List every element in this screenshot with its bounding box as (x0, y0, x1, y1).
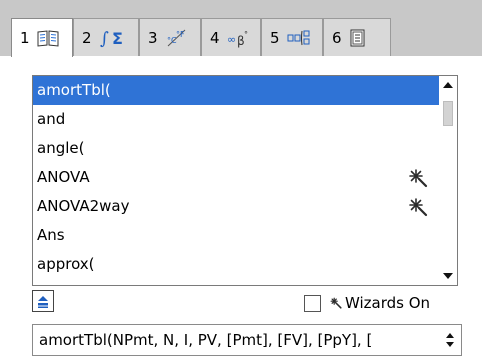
item-label: approx( (37, 255, 95, 273)
library-icon (349, 28, 367, 48)
list-item[interactable]: amortTbl( (33, 76, 440, 105)
list-item[interactable]: approx( (33, 250, 440, 279)
svg-text:∞: ∞ (227, 33, 236, 46)
math-templates-icon (287, 28, 311, 48)
tab-number: 6 (332, 28, 342, 47)
list-item[interactable]: and (33, 105, 440, 134)
catalog-items: amortTbl( and angle( ANOVA ANOVA2way Ans… (33, 76, 440, 279)
list-item[interactable]: ANOVA2way (33, 192, 440, 221)
svg-text:Σ: Σ (112, 29, 123, 48)
tab-number: 1 (20, 29, 30, 47)
svg-text:°C: °C (167, 36, 177, 45)
item-label: ANOVA2way (37, 197, 130, 215)
item-label: Ans (37, 226, 65, 244)
wizard-wand-icon (330, 297, 342, 309)
double-chevron-up-icon (38, 296, 48, 308)
list-item[interactable]: Ans (33, 221, 440, 250)
syntax-help-field[interactable]: amortTbl(NPmt, N, I, PV, [Pmt], [FV], [P… (32, 324, 462, 356)
scrollbar-thumb[interactable] (443, 101, 453, 126)
integral-sigma-icon: ∫ Σ (99, 28, 129, 48)
units-conversion-icon: °F °C (165, 28, 189, 48)
item-label: and (37, 110, 66, 128)
svg-text:°: ° (244, 30, 248, 39)
svg-text:∫: ∫ (100, 29, 109, 48)
tab-units[interactable]: 3 °F °C (139, 18, 201, 56)
expand-button[interactable] (32, 290, 54, 312)
list-item[interactable]: angle( (33, 134, 440, 163)
tab-number: 4 (210, 28, 220, 47)
syntax-help-text: amortTbl(NPmt, N, I, PV, [Pmt], [FV], [P… (39, 331, 373, 349)
tab-number: 2 (82, 28, 92, 47)
list-item[interactable]: ANOVA (33, 163, 440, 192)
catalog-tab-bar: 1 2 ∫ Σ 3 °F °C 4 ∞ β ° 5 6 (0, 0, 482, 57)
tab-math-operators[interactable]: 2 ∫ Σ (73, 18, 139, 56)
scroll-up-arrow-icon[interactable] (439, 76, 457, 94)
tab-templates[interactable]: 5 (261, 18, 323, 56)
item-label: amortTbl( (37, 81, 111, 99)
symbols-icon: ∞ β ° (227, 28, 251, 48)
svg-text:°F: °F (176, 30, 185, 39)
item-label: ANOVA (37, 168, 90, 186)
tab-catalog[interactable]: 1 (11, 18, 73, 57)
wizard-wand-icon (409, 198, 428, 217)
syntax-scroll-spinner-icon[interactable] (444, 330, 456, 350)
item-label: angle( (37, 139, 85, 157)
wizard-wand-icon (409, 169, 428, 188)
tab-number: 3 (148, 28, 158, 47)
wizards-checkbox[interactable] (304, 294, 321, 312)
tab-number: 5 (270, 28, 280, 47)
catalog-panel: amortTbl( and angle( ANOVA ANOVA2way Ans… (0, 56, 482, 363)
catalog-book-icon (37, 29, 59, 47)
list-scrollbar[interactable] (439, 76, 457, 285)
tab-libraries[interactable]: 6 (323, 18, 391, 56)
scroll-down-arrow-icon[interactable] (439, 267, 457, 285)
catalog-list[interactable]: amortTbl( and angle( ANOVA ANOVA2way Ans… (32, 75, 458, 286)
tab-symbols[interactable]: 4 ∞ β ° (201, 18, 261, 56)
wizards-toggle[interactable]: Wizards On (304, 293, 430, 313)
wizards-label: Wizards On (345, 294, 431, 312)
